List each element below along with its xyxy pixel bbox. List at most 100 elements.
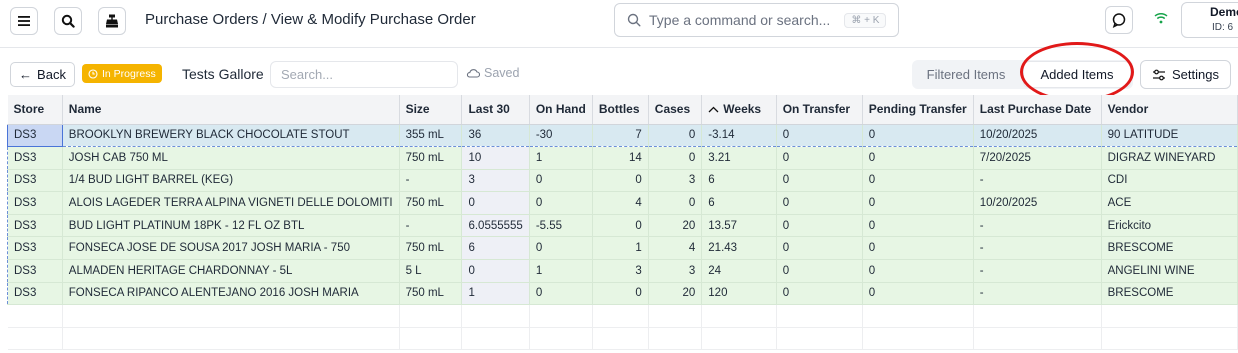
cell-vendor[interactable]: DIGRAZ WINEYARD: [1101, 146, 1238, 170]
cell-name[interactable]: ALOIS LAGEDER TERRA ALPINA VIGNETI DELLE…: [62, 191, 400, 215]
cell-name[interactable]: FONSECA RIPANCO ALENTEJANO 2016 JOSH MAR…: [62, 282, 400, 306]
cell-on-hand[interactable]: 1: [529, 259, 593, 283]
cell-bottles[interactable]: 7: [592, 123, 649, 148]
cell-on-hand[interactable]: 0: [529, 191, 593, 215]
table-row[interactable]: DS3 1/4 BUD LIGHT BARREL (KEG) -3 0 0 3 6 0 0- CD…: [7, 169, 1238, 193]
cell-store[interactable]: DS3: [7, 236, 63, 261]
cell-bottles[interactable]: 1: [592, 236, 649, 261]
cell-weeks[interactable]: 24: [701, 259, 777, 283]
cell-bottles[interactable]: 0: [592, 214, 649, 238]
cell-store[interactable]: DS3: [7, 169, 63, 193]
table-row[interactable]: DS3 BROOKLYN BREWERY BLACK CHOCOLATE STOU…: [7, 123, 1238, 148]
cell-weeks[interactable]: 3.21: [701, 146, 777, 170]
cell-cases[interactable]: 0: [648, 191, 703, 215]
cell-pending-transfer[interactable]: 0: [862, 214, 974, 238]
cell-vendor[interactable]: ACE: [1101, 191, 1238, 215]
cell-name[interactable]: BUD LIGHT PLATINUM 18PK - 12 FL OZ BTL: [62, 214, 400, 238]
cell-on-hand[interactable]: 0: [529, 282, 593, 306]
cell-on-hand[interactable]: 0: [529, 236, 593, 261]
cell-last-purchase-date[interactable]: 7/20/2025: [973, 146, 1102, 170]
cell-last-30[interactable]: 3: [461, 169, 530, 193]
cell-last-30[interactable]: 0: [461, 191, 530, 215]
cell-pending-transfer[interactable]: 0: [862, 169, 974, 193]
col-vendor[interactable]: Vendor: [1101, 95, 1238, 125]
table-row[interactable]: DS3 FONSECA RIPANCO ALENTEJANO 2016 JOSH …: [7, 282, 1238, 306]
cell-cases[interactable]: 0: [648, 146, 703, 170]
cell-bottles[interactable]: 0: [592, 282, 649, 306]
cell-pending-transfer[interactable]: 0: [862, 236, 974, 261]
cell-store[interactable]: DS3: [7, 259, 63, 283]
settings-button[interactable]: Settings: [1140, 60, 1231, 89]
col-name[interactable]: Name: [62, 95, 400, 125]
cell-name[interactable]: 1/4 BUD LIGHT BARREL (KEG): [62, 169, 400, 193]
cell-last-purchase-date[interactable]: 10/20/2025: [973, 123, 1102, 148]
cell-size[interactable]: -: [399, 214, 463, 238]
cell-on-hand[interactable]: -5.55: [529, 214, 593, 238]
cell-cases[interactable]: 4: [648, 236, 703, 261]
cell-last-30[interactable]: 10: [461, 146, 530, 170]
command-search[interactable]: Type a command or search... ⌘ + K: [614, 3, 899, 37]
cell-vendor[interactable]: BRESCOME: [1101, 282, 1238, 306]
cell-weeks[interactable]: 6: [701, 169, 777, 193]
chat-button[interactable]: [1105, 6, 1133, 34]
cell-cases[interactable]: 0: [648, 123, 703, 148]
cell-last-purchase-date[interactable]: -: [973, 169, 1102, 193]
cell-last-purchase-date[interactable]: -: [973, 214, 1102, 238]
search-button[interactable]: [54, 7, 82, 35]
cell-store[interactable]: DS3: [7, 123, 63, 148]
cell-weeks[interactable]: 120: [701, 282, 777, 306]
cell-on-transfer[interactable]: 0: [776, 169, 863, 193]
cell-vendor[interactable]: CDI: [1101, 169, 1238, 193]
col-on-hand[interactable]: On Hand: [529, 95, 593, 125]
cell-on-transfer[interactable]: 0: [776, 191, 863, 215]
cell-size[interactable]: 750 mL: [399, 146, 463, 170]
cell-on-transfer[interactable]: 0: [776, 282, 863, 306]
cell-vendor[interactable]: 90 LATITUDE: [1101, 123, 1238, 148]
cell-store[interactable]: DS3: [7, 214, 63, 238]
cell-on-hand[interactable]: 0: [529, 169, 593, 193]
cell-store[interactable]: DS3: [7, 282, 63, 306]
col-bottles[interactable]: Bottles: [592, 95, 649, 125]
col-last-purchase-date[interactable]: Last Purchase Date: [973, 95, 1102, 125]
table-row[interactable]: DS3 JOSH CAB 750 ML 750 mL 10 1 14 0 3.21 0 0 7/20…: [7, 146, 1238, 170]
cell-cases[interactable]: 20: [648, 214, 703, 238]
cell-size[interactable]: 5 L: [399, 259, 463, 283]
cell-vendor[interactable]: Erickcito: [1101, 214, 1238, 238]
register-button[interactable]: [98, 7, 126, 35]
cell-size[interactable]: 750 mL: [399, 191, 463, 215]
col-store[interactable]: Store: [7, 95, 63, 125]
table-row[interactable]: DS3 BUD LIGHT PLATINUM 18PK - 12 FL OZ BT…: [7, 214, 1238, 238]
tab-added-items[interactable]: Added Items: [1024, 62, 1130, 87]
cell-on-hand[interactable]: 1: [529, 146, 593, 170]
cell-on-hand[interactable]: -30: [529, 123, 593, 148]
table-row[interactable]: DS3 ALMADEN HERITAGE CHARDONNAY - 5L 5 L01…: [7, 259, 1238, 283]
table-row[interactable]: DS3 ALOIS LAGEDER TERRA ALPINA VIGNETI DE…: [7, 191, 1238, 215]
cell-store[interactable]: DS3: [7, 191, 63, 215]
col-last-30[interactable]: Last 30: [461, 95, 530, 125]
table-row[interactable]: DS3 FONSECA JOSE DE SOUSA 2017 JOSH MARIA…: [7, 236, 1238, 261]
cell-size[interactable]: 750 mL: [399, 236, 463, 261]
cell-pending-transfer[interactable]: 0: [862, 191, 974, 215]
cell-weeks[interactable]: 21.43: [701, 236, 777, 261]
col-on-transfer[interactable]: On Transfer: [776, 95, 863, 125]
cell-last-purchase-date[interactable]: -: [973, 259, 1102, 283]
cell-cases[interactable]: 20: [648, 282, 703, 306]
cell-last-purchase-date[interactable]: 10/20/2025: [973, 191, 1102, 215]
cell-bottles[interactable]: 0: [592, 169, 649, 193]
cell-bottles[interactable]: 4: [592, 191, 649, 215]
cell-pending-transfer[interactable]: 0: [862, 146, 974, 170]
col-size[interactable]: Size: [399, 95, 463, 125]
cell-weeks[interactable]: 13.57: [701, 214, 777, 238]
cell-name[interactable]: BROOKLYN BREWERY BLACK CHOCOLATE STOUT: [62, 123, 400, 148]
col-weeks[interactable]: Weeks: [701, 95, 777, 125]
cell-last-30[interactable]: 6: [461, 236, 530, 261]
cell-size[interactable]: 750 mL: [399, 282, 463, 306]
cell-cases[interactable]: 3: [648, 169, 703, 193]
cell-store[interactable]: DS3: [7, 146, 63, 170]
col-cases[interactable]: Cases: [648, 95, 703, 125]
cell-vendor[interactable]: BRESCOME: [1101, 236, 1238, 261]
cell-last-purchase-date[interactable]: -: [973, 282, 1102, 306]
cell-weeks[interactable]: -3.14: [701, 123, 777, 148]
search-input[interactable]: [270, 61, 458, 88]
back-button[interactable]: ← Back: [10, 62, 75, 87]
